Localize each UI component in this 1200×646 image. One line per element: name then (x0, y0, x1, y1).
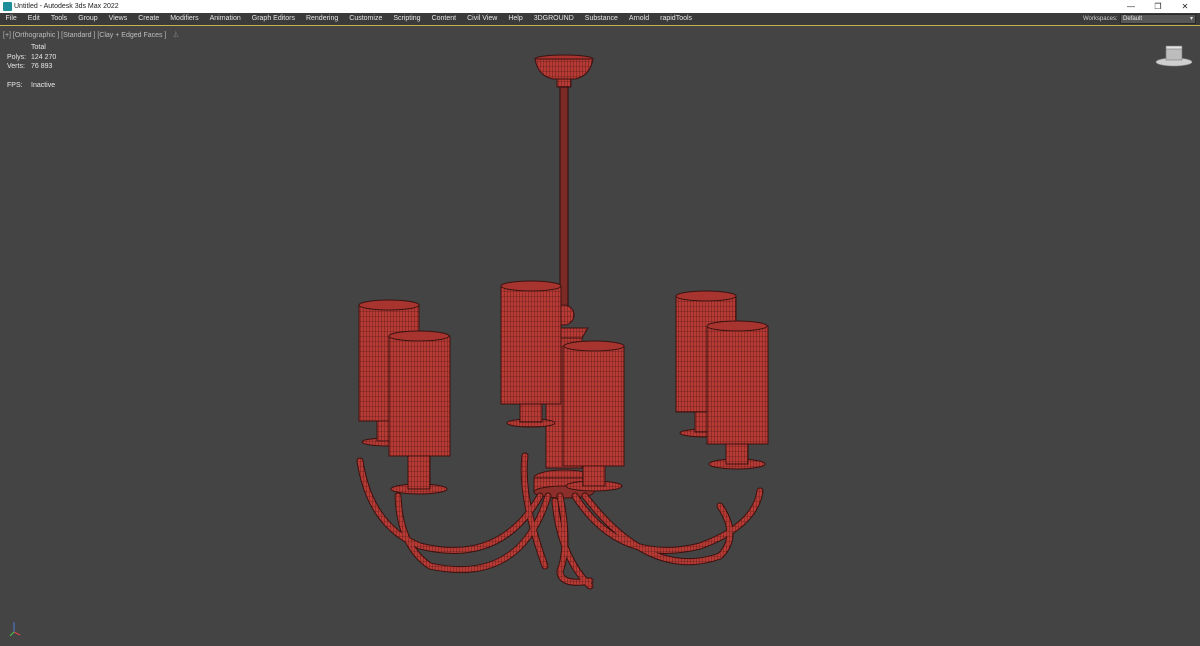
menu-item-modifiers[interactable]: Modifiers (165, 13, 204, 25)
fps-label: FPS: (7, 82, 23, 89)
menu-item-graph-editors[interactable]: Graph Editors (246, 13, 300, 25)
menu-item-edit[interactable]: Edit (22, 13, 45, 25)
menu-item-customize[interactable]: Customize (344, 13, 388, 25)
menu-item-scripting[interactable]: Scripting (388, 13, 426, 25)
menu-item-civil-view[interactable]: Civil View (462, 13, 503, 25)
window-title: Untitled - Autodesk 3ds Max 2022 (14, 3, 119, 10)
chandelier-model[interactable] (0, 26, 1200, 646)
workspace-value: Default (1123, 16, 1143, 22)
menu-item-animation[interactable]: Animation (204, 13, 246, 25)
axis-tripod-icon (9, 622, 21, 637)
viewport-perspective[interactable]: [+] [Orthographic ] [Standard ] [Clay + … (0, 25, 1200, 645)
menu-items: File Edit Tools Group Views Create Modifiers An… (0, 13, 698, 25)
menu-item-create[interactable]: Create (133, 13, 165, 25)
menu-item-content[interactable]: Content (426, 13, 462, 25)
polys-value: 124 270 (31, 53, 57, 61)
minimize-button[interactable]: — (1118, 0, 1144, 13)
fps-value: Inactive (31, 82, 56, 89)
menu-item-arnold[interactable]: Arnold (623, 13, 654, 25)
close-button[interactable]: ✕ (1172, 0, 1198, 13)
chevron-down-icon: ▾ (1189, 16, 1193, 22)
verts-value: 76 893 (31, 63, 53, 70)
workspace-select[interactable]: Default ▾ (1120, 14, 1196, 24)
menu-bar: File Edit Tools Group Views Create Modifiers An… (0, 13, 1200, 25)
menu-item-group[interactable]: Group (73, 13, 103, 25)
viewcube-icon[interactable] (1155, 44, 1193, 68)
menu-item-file[interactable]: File (0, 13, 22, 25)
menu-item-3dground[interactable]: 3DGROUND (528, 13, 579, 25)
title-bar: Untitled - Autodesk 3ds Max 2022 — ❐ ✕ (0, 0, 1200, 13)
polys-label: Polys: (7, 53, 27, 61)
menu-item-views[interactable]: Views (103, 13, 133, 25)
viewport-label[interactable]: [+] [Orthographic ] [Standard ] [Clay + … (3, 30, 179, 40)
workspace-label: Workspaces: (1083, 16, 1118, 22)
app-3dsmax-icon (3, 2, 12, 11)
filter-icon[interactable]: ⏃ (172, 32, 179, 39)
verts-label: Verts: (7, 63, 25, 70)
menu-item-rendering[interactable]: Rendering (300, 13, 343, 25)
viewport-label-text[interactable]: [+] [Orthographic ] [Standard ] [Clay + … (3, 32, 166, 39)
menu-item-tools[interactable]: Tools (45, 13, 72, 25)
menu-item-help[interactable]: Help (503, 13, 528, 25)
menu-item-substance[interactable]: Substance (579, 13, 623, 25)
stats-header: Total (31, 44, 46, 51)
restore-button[interactable]: ❐ (1145, 0, 1171, 13)
menu-item-rapidtools[interactable]: rapidTools (655, 13, 698, 25)
